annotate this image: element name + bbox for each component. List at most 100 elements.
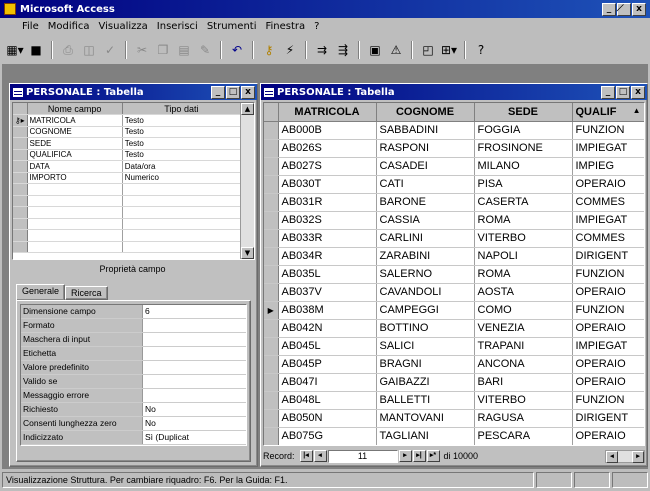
row-selector[interactable] [13,137,28,150]
table-cell[interactable]: BOTTINO [376,319,475,338]
scroll-right-arrow-icon[interactable]: ▸ [632,450,644,463]
datasheet-close-button[interactable]: x [631,85,645,99]
table-cell[interactable]: NAPOLI [474,247,573,266]
row-selector[interactable] [264,247,279,266]
restore-button[interactable]: ̸ [617,2,631,16]
field-type-cell[interactable]: Numerico [122,172,242,184]
design-maximize-button[interactable]: □ [226,85,240,99]
field-type-cell[interactable]: Testo [122,114,242,127]
menu-visualizza[interactable]: Visualizza [99,21,148,36]
table-cell[interactable]: AB000B [278,121,377,140]
indexes-icon[interactable]: ⚡ [281,41,299,59]
field-row[interactable] [13,195,242,207]
row-selector[interactable] [264,337,279,356]
property-value-input[interactable]: Sì (Duplicat [143,431,246,444]
field-name-cell[interactable] [27,206,123,219]
table-cell[interactable]: FUNZION [572,301,644,320]
field-row[interactable] [13,218,242,230]
field-type-cell[interactable] [122,195,242,207]
next-record-button[interactable]: ▸ [398,450,412,462]
table-cell[interactable]: AB047I [278,373,377,392]
format-painter-icon[interactable]: ✎ [196,41,214,59]
table-row[interactable]: AB033R CARLINI VITERBO COMMES [264,229,644,248]
field-type-cell[interactable]: Data/ora [122,160,242,173]
property-value-input[interactable]: No [143,417,246,430]
field-name-cell[interactable]: MATRICOLA [27,114,123,127]
field-type-cell[interactable]: Testo [122,137,242,150]
table-cell[interactable]: FOGGIA [474,121,573,140]
field-type-cell[interactable] [122,241,242,253]
table-cell[interactable]: AB042N [278,319,377,338]
row-selector[interactable] [13,229,28,242]
field-name-cell[interactable] [27,229,123,242]
record-number-input[interactable]: 11 [327,449,398,463]
build-icon[interactable]: ⚠ [387,41,405,59]
table-cell[interactable]: FUNZION [572,265,644,284]
minimize-button[interactable]: _ [602,2,616,16]
table-cell[interactable]: BARONE [376,193,475,212]
prev-record-button[interactable]: ◂ [313,450,327,462]
table-cell[interactable]: CATI [376,175,475,194]
field-type-cell[interactable] [122,229,242,242]
table-cell[interactable]: GAIBAZZI [376,373,475,392]
field-name-cell[interactable]: IMPORTO [27,172,123,184]
table-view-icon[interactable]: ▦▾ [6,41,24,59]
table-cell[interactable]: COMMES [572,229,644,248]
database-window-icon[interactable]: ◰ [419,41,437,59]
table-cell[interactable]: OPERAIO [572,319,644,338]
table-cell[interactable]: CARLINI [376,229,475,248]
table-row[interactable]: AB037V CAVANDOLI AOSTA OPERAIO [264,283,644,302]
field-name-cell[interactable]: QUALIFICA [27,149,123,161]
row-selector[interactable] [13,218,28,230]
table-cell[interactable]: SALICI [376,337,475,356]
table-cell[interactable]: AB045P [278,355,377,374]
table-cell[interactable]: AB031R [278,193,377,212]
row-selector[interactable] [264,175,279,194]
menu-inserisci[interactable]: Inserisci [157,21,198,36]
undo-icon[interactable]: ↶ [228,41,246,59]
field-name-cell[interactable]: DATA [27,160,123,173]
table-row[interactable]: AB032S CASSIA ROMA IMPIEGAT [264,211,644,230]
scroll-left-arrow-icon[interactable]: ◂ [606,450,618,463]
table-row[interactable]: AB027S CASADEI MILANO IMPIEG [264,157,644,176]
table-cell[interactable]: OPERAIO [572,283,644,302]
menu-finestra[interactable]: Finestra [265,21,305,36]
copy-icon[interactable]: ❐ [154,41,172,59]
table-cell[interactable]: IMPIEGAT [572,139,644,158]
table-cell[interactable]: PISA [474,175,573,194]
properties-icon[interactable]: ▣ [366,41,384,59]
field-row[interactable]: QUALIFICA Testo [13,149,242,161]
table-cell[interactable]: AB075G [278,427,377,445]
table-cell[interactable]: FUNZION [572,391,644,410]
table-cell[interactable]: COMMES [572,193,644,212]
table-cell[interactable]: AB026S [278,139,377,158]
table-row[interactable]: AB000B SABBADINI FOGGIA FUNZION [264,121,644,140]
table-cell[interactable]: AB034R [278,247,377,266]
col-sede[interactable]: SEDE [474,103,573,122]
table-cell[interactable]: ZARABINI [376,247,475,266]
table-cell[interactable]: VITERBO [474,391,573,410]
cut-icon[interactable]: ✂ [133,41,151,59]
col-cognome[interactable]: COGNOME [376,103,475,122]
property-value-input[interactable] [143,347,246,360]
field-row[interactable]: ⚷▸ MATRICOLA Testo [13,114,242,127]
table-cell[interactable]: BALLETTI [376,391,475,410]
row-selector[interactable] [13,160,28,173]
table-cell[interactable]: IMPIEGAT [572,337,644,356]
field-row[interactable]: DATA Data/ora [13,160,242,173]
table-cell[interactable]: TAGLIANI [376,427,475,445]
row-selector[interactable] [264,283,279,302]
table-cell[interactable]: CASSIA [376,211,475,230]
field-row[interactable] [13,241,242,253]
field-name-cell[interactable] [27,218,123,230]
field-name-cell[interactable]: COGNOME [27,126,123,138]
design-minimize-button[interactable]: _ [211,85,225,99]
table-cell[interactable]: TRAPANI [474,337,573,356]
table-cell[interactable]: OPERAIO [572,427,644,445]
row-selector[interactable] [264,427,279,445]
row-selector[interactable] [13,126,28,138]
delete-row-icon[interactable]: ⇶ [334,41,352,59]
field-row[interactable]: IMPORTO Numerico [13,172,242,184]
table-cell[interactable]: BRAGNI [376,355,475,374]
table-cell[interactable]: ROMA [474,211,573,230]
